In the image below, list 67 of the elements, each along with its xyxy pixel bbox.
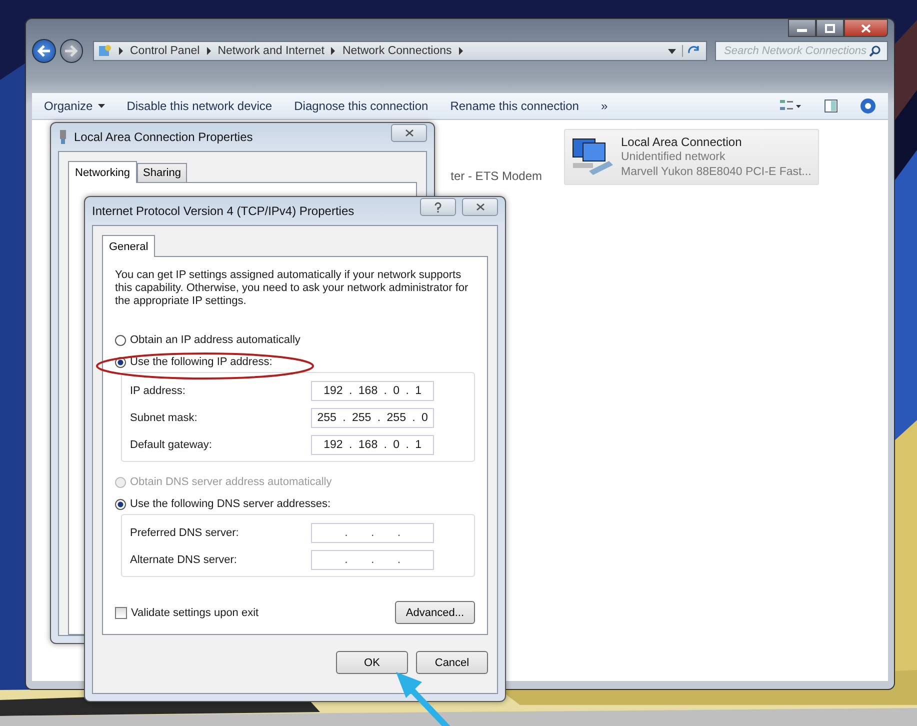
ip-address-field[interactable]: 192 . 168 . 0 . 1 [311,381,434,401]
close-icon [476,203,484,211]
forward-arrow-icon [64,45,78,57]
back-arrow-icon [36,45,51,57]
toolbar-button[interactable]: Diagnose this connection [294,99,428,113]
breadcrumb-item[interactable]: Control Panel [130,45,200,57]
radio-label[interactable]: Use the following DNS server addresses: [130,498,331,510]
breadcrumb-item[interactable]: Network and Internet [218,45,324,57]
toolbar-button[interactable]: Rename this connection [450,99,579,113]
tab[interactable]: General [102,235,156,257]
field-label: Default gateway: [130,439,213,451]
ip-address-field[interactable]: . . . [311,523,434,543]
connection-item[interactable]: Local Area Connection Unidentified network Marvell Yukon 88E8040 PCI-E Fast... [564,129,819,185]
close-button[interactable] [844,19,888,37]
dialog-title: Internet Protocol Version 4 (TCP/IPv4) Properties [92,204,354,218]
question-icon [434,202,442,212]
minimize-button[interactable] [788,19,816,37]
chevron-icon [206,47,212,55]
dropdown-icon [668,48,676,54]
tab[interactable]: Networking [68,161,138,183]
checkbox-label[interactable]: Validate settings upon exit [131,606,259,618]
field-label: IP address: [130,385,186,397]
close-icon [861,24,871,32]
connection-name: Local Area Connection [621,134,743,150]
toolbar-button[interactable]: » [600,99,608,113]
back-button[interactable] [32,39,56,63]
breadcrumb-item[interactable]: Network Connections [342,45,452,57]
adapter-text: ter - ETS Modem [450,169,542,183]
view-options-icon [780,99,802,113]
advanced-button[interactable]: Advanced... [394,601,475,624]
ip-address-field[interactable]: . . . [311,550,434,570]
help-button[interactable] [420,198,456,216]
control-panel-icon [98,44,112,58]
close-icon [404,129,414,137]
ip-address-field[interactable]: 255 . 255 . 255 . 0 [311,408,434,428]
address-bar[interactable]: Control Panel Network and Internet Network Connections [93,41,707,61]
refresh-icon [682,45,702,57]
ip-address-field[interactable]: 192 . 168 . 0 . 1 [311,435,434,455]
cancel-button[interactable]: Cancel [416,651,488,674]
radio-label[interactable]: Obtain an IP address automatically [130,334,300,346]
search-field[interactable]: Search Network Connections [715,41,888,61]
toolbar-button[interactable]: Organize [44,99,105,113]
dialog-title: Local Area Connection Properties [74,130,253,144]
caret-icon [98,104,105,108]
radio-button[interactable] [115,334,126,346]
chevron-icon [118,47,124,55]
field-label: Alternate DNS server: [130,554,238,566]
checkbox[interactable] [115,606,127,618]
search-icon [869,45,881,57]
tab[interactable]: Sharing [137,163,187,182]
chevron-icon [330,47,336,55]
field-label: Preferred DNS server: [130,527,240,539]
radio-button[interactable] [115,498,126,510]
connection-status: Unidentified network [621,150,726,164]
ok-button[interactable]: OK [336,651,408,674]
toolbar-button[interactable]: Disable this network device [126,99,272,113]
forward-button[interactable] [60,39,83,63]
close-button[interactable] [462,198,498,216]
description-text: You can get IP settings assigned automatically if your network supports this capability. Otherwise, you need to ask your network administrator for the appropriate IP settings. [115,269,470,308]
network-adapter-icon [58,130,68,144]
chevron-icon [458,47,464,55]
maximize-button[interactable] [816,19,844,37]
preview-pane-icon [824,99,838,113]
close-button[interactable] [391,124,427,142]
field-label: Subnet mask: [130,412,198,424]
adapter-name: Marvell Yukon 88E8040 PCI-E Fast... [621,164,812,180]
maximize-icon [825,24,835,32]
